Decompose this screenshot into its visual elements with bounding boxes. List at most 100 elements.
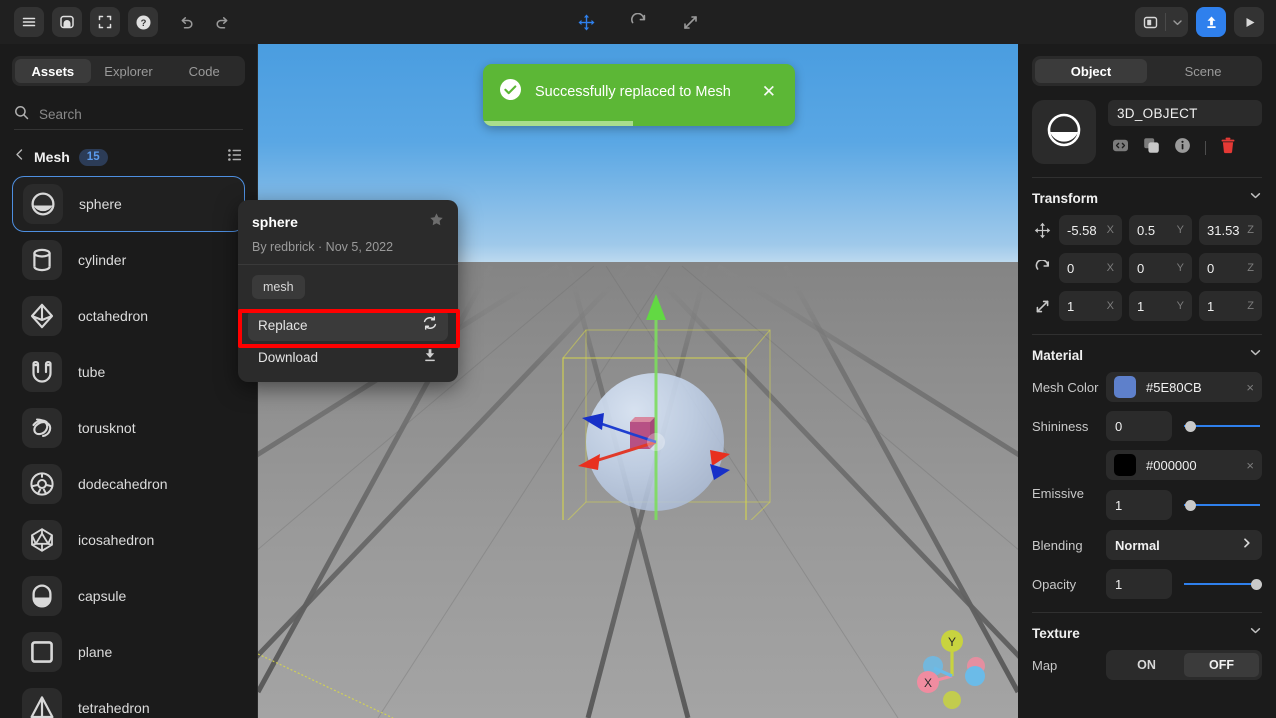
map-on-option[interactable]: ON [1109, 653, 1184, 677]
position-y-field[interactable]: 0.5 Y [1129, 215, 1192, 245]
tab-scene[interactable]: Scene [1147, 59, 1259, 83]
mesh-color-swatch[interactable] [1114, 376, 1136, 398]
material-section-header[interactable]: Material [1018, 335, 1276, 372]
slider-knob[interactable] [1185, 421, 1197, 432]
opacity-field[interactable]: 1 [1106, 569, 1172, 599]
play-button[interactable] [1234, 7, 1264, 37]
asset-item-octahedron[interactable]: octahedron [12, 288, 245, 344]
texture-title: Texture [1032, 625, 1080, 641]
scale-y-field[interactable]: 1 Y [1129, 291, 1192, 321]
object-name-field[interactable]: 3D_OBJECT [1108, 100, 1262, 126]
emissive-color-swatch[interactable] [1114, 454, 1136, 476]
tab-code[interactable]: Code [166, 59, 242, 83]
tab-object[interactable]: Object [1035, 59, 1147, 83]
asset-label: icosahedron [78, 532, 155, 548]
tab-assets[interactable]: Assets [15, 59, 91, 83]
code-icon[interactable] [1112, 137, 1129, 159]
position-z-value: 31.53 [1207, 222, 1240, 238]
rotation-z-value: 0 [1207, 260, 1215, 276]
asset-item-dodecahedron[interactable]: dodecahedron [12, 456, 245, 512]
rotation-y-field[interactable]: 0 Y [1129, 253, 1192, 283]
asset-item-capsule[interactable]: capsule [12, 568, 245, 624]
chevron-down-icon[interactable] [1249, 346, 1262, 364]
position-x-value: -5.58 [1067, 222, 1097, 238]
chevron-down-icon[interactable] [1249, 189, 1262, 207]
texture-section-header[interactable]: Texture [1018, 613, 1276, 650]
publish-button[interactable] [1196, 7, 1226, 37]
asset-label: dodecahedron [78, 476, 168, 492]
asset-item-icosahedron[interactable]: icosahedron [12, 512, 245, 568]
material-title: Material [1032, 347, 1084, 363]
axis-label: Z [1247, 262, 1254, 274]
move-tool-button[interactable] [572, 8, 600, 36]
layout-split-button[interactable] [1135, 7, 1188, 37]
asset-item-tube[interactable]: tube [12, 344, 245, 400]
scale-x-field[interactable]: 1 X [1059, 291, 1122, 321]
chevron-down-icon[interactable] [1249, 624, 1262, 642]
rotate-tool-button[interactable] [624, 8, 652, 36]
shininess-field[interactable]: 0 [1106, 411, 1172, 441]
tube-icon [22, 352, 62, 392]
object-action-icons [1108, 137, 1262, 159]
asset-item-sphere[interactable]: sphere [12, 176, 245, 232]
axis-navigation-gizmo[interactable]: X Y [912, 624, 998, 710]
menu-button[interactable] [14, 7, 44, 37]
blending-select[interactable]: Normal [1106, 530, 1262, 560]
selected-object-gizmo[interactable] [534, 270, 794, 520]
icosahedron-icon [22, 520, 62, 560]
rotation-x-field[interactable]: 0 X [1059, 253, 1122, 283]
left-sidebar: Assets Explorer Code Mesh 15 [0, 44, 258, 718]
help-button[interactable]: ? [128, 7, 158, 37]
close-icon[interactable]: ✕ [759, 82, 779, 102]
back-chevron-icon[interactable] [14, 148, 25, 166]
asset-item-torusknot[interactable]: torusknot [12, 400, 245, 456]
scale-tool-button[interactable] [676, 8, 704, 36]
cylinder-icon [22, 240, 62, 280]
favorite-star-icon[interactable] [429, 212, 444, 232]
info-icon[interactable] [1174, 137, 1191, 159]
opacity-label: Opacity [1032, 576, 1077, 592]
popup-tag-mesh[interactable]: mesh [252, 275, 305, 299]
fullscreen-button[interactable] [90, 7, 120, 37]
layout-dropdown-button[interactable] [1166, 7, 1188, 37]
asset-label: capsule [78, 588, 127, 604]
clear-mesh-color-icon[interactable]: × [1246, 380, 1254, 395]
asset-item-tetrahedron[interactable]: tetrahedron [12, 680, 245, 718]
slider-knob[interactable] [1251, 579, 1262, 590]
panel-button[interactable] [52, 7, 82, 37]
layout-button[interactable] [1135, 7, 1165, 37]
asset-item-plane[interactable]: plane [12, 624, 245, 680]
top-toolbar: ? [0, 0, 1276, 44]
asset-item-cylinder[interactable]: cylinder [12, 232, 245, 288]
emissive-color-field[interactable]: #000000 × [1106, 450, 1262, 480]
popup-download-button[interactable]: Download [248, 341, 448, 373]
map-off-option[interactable]: OFF [1184, 653, 1259, 677]
sphere-icon [1045, 111, 1083, 154]
slider-knob[interactable] [1185, 500, 1197, 511]
position-x-field[interactable]: -5.58 X [1059, 215, 1122, 245]
emissive-intensity-field[interactable]: 1 [1106, 490, 1172, 520]
tab-explorer[interactable]: Explorer [91, 59, 167, 83]
shininess-slider[interactable] [1184, 419, 1262, 433]
clear-emissive-color-icon[interactable]: × [1246, 458, 1254, 473]
blending-value: Normal [1115, 537, 1160, 553]
inspector-panel: Object Scene 3D_OBJECT Transform -5.58 X… [1018, 44, 1276, 718]
search-input[interactable] [39, 107, 243, 122]
opacity-slider[interactable] [1184, 577, 1262, 591]
popup-replace-button[interactable]: Replace [248, 309, 448, 341]
duplicate-icon[interactable] [1143, 137, 1160, 159]
emissive-slider[interactable] [1184, 498, 1262, 512]
rotation-z-field[interactable]: 0 Z [1199, 253, 1262, 283]
axis-label: Y [1176, 300, 1184, 312]
axis-label: Z [1247, 224, 1254, 236]
list-view-toggle-icon[interactable] [227, 147, 243, 168]
delete-icon[interactable] [1220, 137, 1236, 159]
mesh-color-row: Mesh Color #5E80CB × [1018, 372, 1276, 402]
undo-button[interactable] [172, 8, 200, 36]
position-z-field[interactable]: 31.53 Z [1199, 215, 1262, 245]
chevron-right-icon [1241, 536, 1253, 554]
redo-button[interactable] [208, 8, 236, 36]
transform-section-header[interactable]: Transform [1018, 178, 1276, 215]
scale-z-field[interactable]: 1 Z [1199, 291, 1262, 321]
mesh-color-field[interactable]: #5E80CB × [1106, 372, 1262, 402]
